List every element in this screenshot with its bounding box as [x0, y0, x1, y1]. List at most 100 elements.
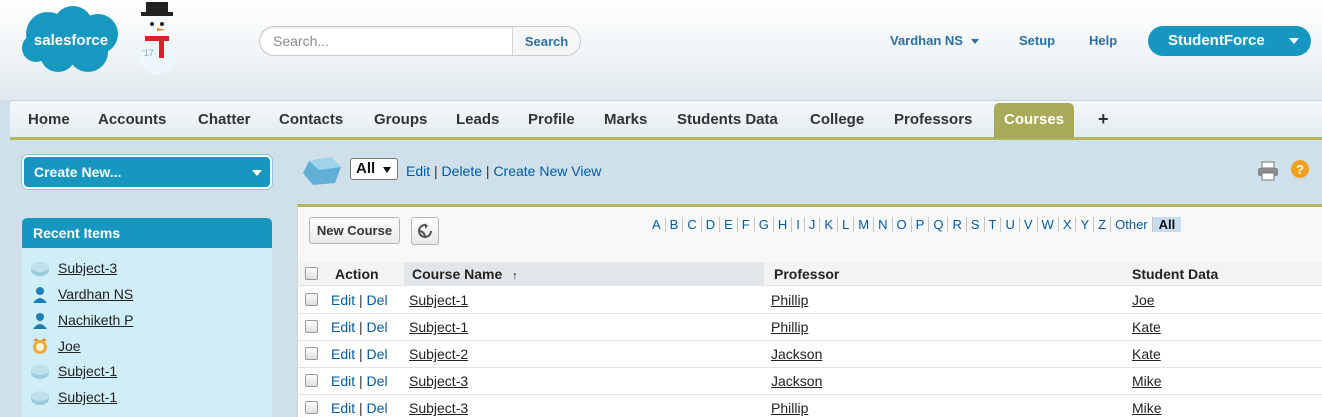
- alphabet-filter-x[interactable]: X: [1058, 217, 1077, 232]
- tab-home[interactable]: Home: [22, 101, 76, 138]
- row-del-link[interactable]: Del: [367, 373, 388, 389]
- recent-item-link[interactable]: Subject-3: [58, 257, 117, 279]
- tab-add-icon[interactable]: +: [1092, 101, 1115, 138]
- course-name-link[interactable]: Subject-2: [409, 346, 468, 362]
- alphabet-filter-u[interactable]: U: [1001, 217, 1020, 232]
- alphabet-filter-all[interactable]: All: [1152, 217, 1182, 232]
- alphabet-filter-k[interactable]: K: [820, 217, 839, 232]
- row-checkbox[interactable]: [305, 293, 318, 306]
- alphabet-filter-e[interactable]: E: [720, 217, 738, 232]
- row-del-link[interactable]: Del: [367, 346, 388, 362]
- delete-view-link[interactable]: Delete: [442, 163, 482, 179]
- tab-accounts[interactable]: Accounts: [92, 101, 172, 138]
- app-menu-button[interactable]: StudentForce: [1148, 26, 1311, 56]
- recent-item-link[interactable]: Nachiketh P: [58, 309, 133, 331]
- column-course-name[interactable]: Course Name ↑: [404, 262, 764, 286]
- setup-link[interactable]: Setup: [1019, 33, 1055, 48]
- alphabet-filter-d[interactable]: D: [701, 217, 721, 232]
- row-checkbox[interactable]: [305, 374, 318, 387]
- user-menu[interactable]: Vardhan NS: [890, 33, 979, 48]
- student-data-link[interactable]: Kate: [1132, 346, 1161, 362]
- select-all-checkbox[interactable]: [305, 267, 318, 280]
- row-checkbox[interactable]: [305, 401, 318, 414]
- alphabet-filter-w[interactable]: W: [1037, 217, 1059, 232]
- row-checkbox[interactable]: [305, 347, 318, 360]
- recent-item-link[interactable]: Joe: [58, 335, 81, 357]
- row-del-link[interactable]: Del: [367, 292, 388, 308]
- tab-students-data[interactable]: Students Data: [671, 101, 784, 138]
- tab-marks[interactable]: Marks: [598, 101, 653, 138]
- course-name-link[interactable]: Subject-1: [409, 292, 468, 308]
- alphabet-filter-i[interactable]: I: [792, 217, 805, 232]
- edit-view-link[interactable]: Edit: [406, 163, 430, 179]
- refresh-button[interactable]: [411, 217, 439, 245]
- student-data-link[interactable]: Joe: [1132, 292, 1155, 308]
- alphabet-filter-r[interactable]: R: [948, 217, 967, 232]
- row-del-link[interactable]: Del: [367, 400, 388, 416]
- alphabet-filter-b[interactable]: B: [665, 217, 684, 232]
- alphabet-filter-t[interactable]: T: [984, 217, 1002, 232]
- alphabet-filter-l[interactable]: L: [838, 217, 855, 232]
- search-input[interactable]: [260, 27, 512, 55]
- search-button[interactable]: Search: [512, 27, 580, 55]
- tab-leads[interactable]: Leads: [450, 101, 505, 138]
- help-icon[interactable]: ?: [1290, 159, 1310, 179]
- professor-link[interactable]: Phillip: [771, 400, 808, 416]
- student-data-link[interactable]: Mike: [1132, 400, 1162, 416]
- alphabet-filter-v[interactable]: V: [1019, 217, 1038, 232]
- alphabet-filter-s[interactable]: S: [966, 217, 985, 232]
- course-name-link[interactable]: Subject-3: [409, 373, 468, 389]
- recent-item-link[interactable]: Subject-1: [58, 360, 117, 382]
- tab-professors[interactable]: Professors: [888, 101, 978, 138]
- row-edit-link[interactable]: Edit: [331, 346, 355, 362]
- course-name-link[interactable]: Subject-1: [409, 319, 468, 335]
- alphabet-filter-j[interactable]: J: [804, 217, 821, 232]
- professor-link[interactable]: Phillip: [771, 292, 808, 308]
- recent-item-link[interactable]: Vardhan NS: [58, 283, 133, 305]
- row-edit-link[interactable]: Edit: [331, 292, 355, 308]
- student-data-link[interactable]: Mike: [1132, 373, 1162, 389]
- professor-link[interactable]: Jackson: [771, 373, 822, 389]
- alphabet-filter-z[interactable]: Z: [1094, 217, 1112, 232]
- tab-groups[interactable]: Groups: [368, 101, 433, 138]
- row-edit-link[interactable]: Edit: [331, 373, 355, 389]
- create-new-view-link[interactable]: Create New View: [493, 163, 601, 179]
- column-professor[interactable]: Professor: [774, 262, 839, 286]
- new-course-button[interactable]: New Course: [309, 217, 400, 244]
- alphabet-filter-f[interactable]: F: [737, 217, 755, 232]
- alphabet-filter-n[interactable]: N: [874, 217, 893, 232]
- row-actions: Edit | Del: [331, 341, 388, 368]
- alphabet-filter-m[interactable]: M: [854, 217, 875, 232]
- help-link[interactable]: Help: [1089, 33, 1117, 48]
- tab-college[interactable]: College: [804, 101, 870, 138]
- tab-courses[interactable]: Courses: [994, 103, 1075, 138]
- salesforce-logo[interactable]: salesforce: [18, 4, 124, 76]
- alphabet-filter-c[interactable]: C: [683, 217, 702, 232]
- alphabet-filter-h[interactable]: H: [773, 217, 793, 232]
- row-checkbox[interactable]: [305, 320, 318, 333]
- tab-chatter[interactable]: Chatter: [192, 101, 257, 138]
- list-header: Action Course Name ↑ Professor Student D…: [298, 262, 1322, 286]
- course-name-link[interactable]: Subject-3: [409, 400, 468, 416]
- alphabet-filter-other[interactable]: Other: [1111, 217, 1153, 232]
- alphabet-filter-a[interactable]: A: [648, 217, 666, 232]
- row-edit-link[interactable]: Edit: [331, 319, 355, 335]
- view-select[interactable]: All: [350, 158, 398, 180]
- alphabet-filter-p[interactable]: P: [911, 217, 930, 232]
- recent-item-link[interactable]: Subject-1: [58, 386, 117, 408]
- column-student-data[interactable]: Student Data: [1132, 262, 1218, 286]
- student-data-link[interactable]: Kate: [1132, 319, 1161, 335]
- alphabet-filter-y[interactable]: Y: [1076, 217, 1095, 232]
- tab-profile[interactable]: Profile: [522, 101, 581, 138]
- alphabet-filter-q[interactable]: Q: [929, 217, 949, 232]
- alphabet-filter-o[interactable]: O: [892, 217, 912, 232]
- tab-contacts[interactable]: Contacts: [273, 101, 349, 138]
- professor-link[interactable]: Phillip: [771, 319, 808, 335]
- alphabet-filter-g[interactable]: G: [754, 217, 774, 232]
- row-edit-link[interactable]: Edit: [331, 400, 355, 416]
- row-del-link[interactable]: Del: [367, 319, 388, 335]
- create-new-button[interactable]: Create New...: [22, 155, 272, 189]
- print-icon[interactable]: [1257, 161, 1279, 181]
- course-icon: [30, 259, 50, 277]
- professor-link[interactable]: Jackson: [771, 346, 822, 362]
